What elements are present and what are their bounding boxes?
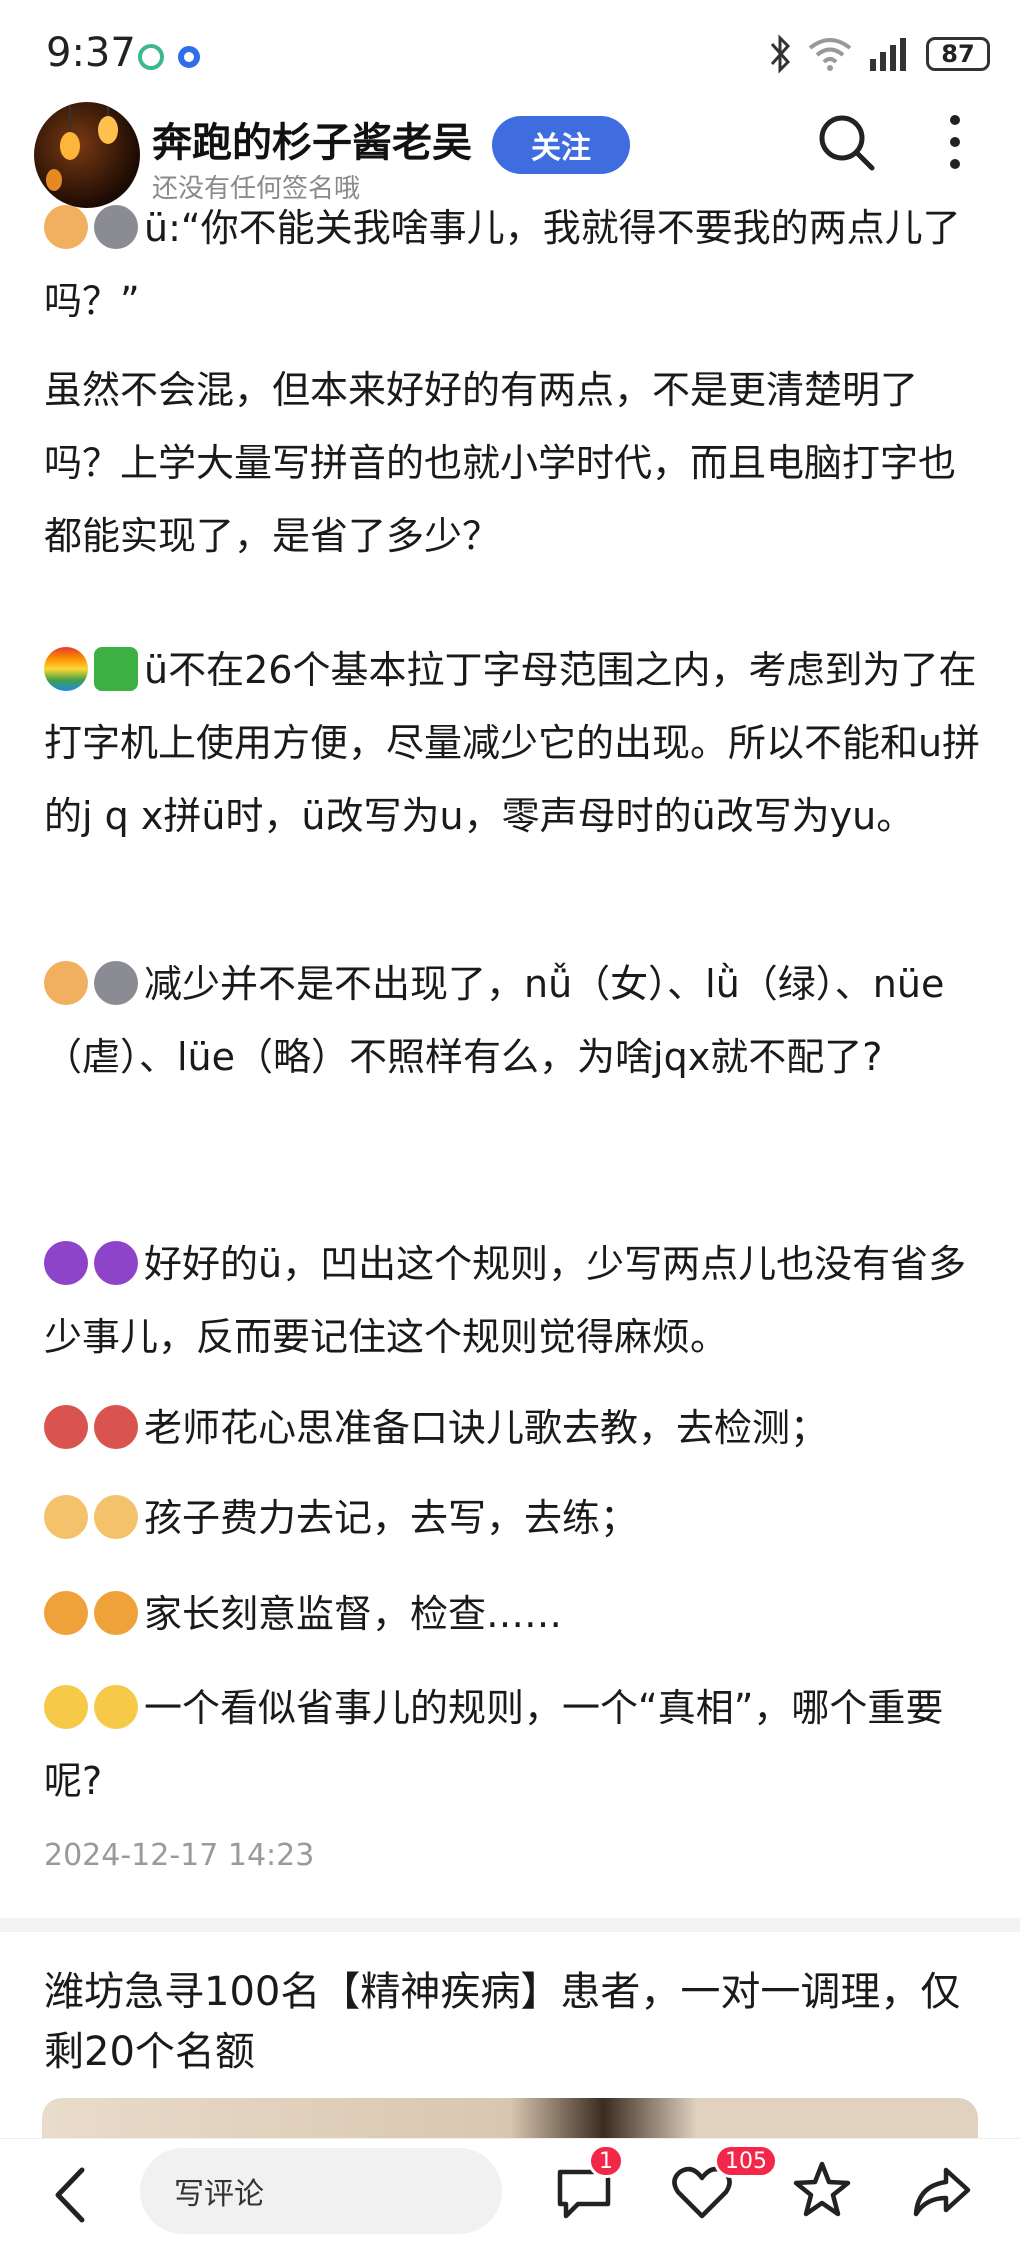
ad-title[interactable]: 潍坊急寻100名【精神疾病】患者，一对一调理，仅剩20个名额 — [44, 1962, 984, 2082]
article-paragraph: 虽然不会混，但本来好好的有两点，不是更清楚明了吗？上学大量写拼音的也就小学时代，… — [44, 354, 984, 573]
article-paragraph: 家长刻意监督，检查…… — [44, 1578, 984, 1651]
face-with-monocle-emoji — [44, 1685, 88, 1729]
person-pouting-emoji — [44, 1405, 88, 1449]
article-paragraph: ü不在26个基本拉丁字母范围之内，考虑到为了在打字机上使用方便，尽量减少它的出现… — [44, 634, 984, 853]
person-pouting-emoji — [94, 1405, 138, 1449]
search-icon[interactable] — [816, 112, 876, 172]
back-arrow-icon[interactable] — [46, 2162, 96, 2228]
new-moon-face-emoji — [94, 961, 138, 1005]
status-time: 9:37 — [46, 30, 136, 76]
person-tipping-hand-emoji — [44, 1591, 88, 1635]
comment-count-badge: 1 — [588, 2144, 624, 2178]
status-system-icons: 87 — [768, 34, 990, 74]
bluetooth-icon — [770, 34, 791, 74]
paragraph-text: ü不在26个基本拉丁字母范围之内，考虑到为了在打字机上使用方便，尽量减少它的出现… — [44, 648, 981, 838]
face-with-monocle-emoji — [94, 1685, 138, 1729]
person-gesturing-no-emoji — [44, 205, 88, 249]
person-tipping-hand-emoji — [94, 1591, 138, 1635]
battery-indicator: 87 — [926, 37, 990, 71]
article-paragraph: 减少并不是不出现了，nǚ（女）、lǜ（绿）、nüe（虐）、lüe（略）不照样有么… — [44, 948, 984, 1094]
author-name[interactable]: 奔跑的杉子酱老吴 — [152, 110, 472, 168]
article-paragraph: 好好的ü，凹出这个规则，少写两点儿也没有省多少事儿，反而要记住这个规则觉得麻烦。 — [44, 1228, 984, 1374]
comment-input[interactable]: 写评论 — [140, 2148, 502, 2234]
person-bowing-emoji — [94, 1495, 138, 1539]
section-divider — [0, 1918, 1020, 1932]
post-timestamp: 2024-12-17 14:23 — [44, 1838, 315, 1873]
app-notification-icon — [138, 44, 164, 70]
person-gesturing-no-emoji — [44, 961, 88, 1005]
app-notification-icon — [178, 46, 200, 68]
new-moon-face-emoji — [94, 205, 138, 249]
follow-button[interactable]: 关注 — [492, 116, 630, 174]
paragraph-text: 孩子费力去记，去写，去练； — [144, 1496, 639, 1540]
paragraph-text: 好好的ü，凹出这个规则，少写两点儿也没有省多少事儿，反而要记住这个规则觉得麻烦。 — [44, 1242, 967, 1359]
article-paragraph: 一个看似省事儿的规则，一个“真相”，哪个重要呢? — [44, 1672, 984, 1818]
like-count-badge: 105 — [714, 2144, 778, 2178]
more-options-icon[interactable] — [940, 112, 970, 172]
star-icon[interactable] — [790, 2158, 854, 2222]
angry-devil-emoji — [94, 1241, 138, 1285]
signal-icon — [870, 38, 906, 71]
article-paragraph: ü:“你不能关我啥事儿，我就得不要我的两点儿了吗？” — [44, 192, 984, 338]
share-icon[interactable] — [910, 2160, 974, 2224]
status-notification-icons — [138, 44, 200, 70]
ad-image[interactable] — [42, 2098, 978, 2138]
wifi-icon — [808, 38, 852, 71]
article-paragraph: 老师花心思准备口诀儿歌去教，去检测； — [44, 1392, 984, 1465]
paragraph-text: 老师花心思准备口诀儿歌去教，去检测； — [144, 1406, 829, 1450]
rainbow-emoji — [44, 647, 88, 691]
check-mark-button-emoji — [94, 647, 138, 691]
paragraph-text: 减少并不是不出现了，nǚ（女）、lǜ（绿）、nüe（虐）、lüe（略）不照样有么… — [44, 962, 945, 1079]
angry-devil-emoji — [44, 1241, 88, 1285]
article-paragraph: 孩子费力去记，去写，去练； — [44, 1482, 984, 1555]
paragraph-text: 虽然不会混，但本来好好的有两点，不是更清楚明了吗？上学大量写拼音的也就小学时代，… — [44, 368, 957, 558]
paragraph-text: ü:“你不能关我啥事儿，我就得不要我的两点儿了吗？” — [44, 206, 961, 323]
person-bowing-emoji — [44, 1495, 88, 1539]
paragraph-text: 一个看似省事儿的规则，一个“真相”，哪个重要呢? — [44, 1686, 944, 1803]
paragraph-text: 家长刻意监督，检查…… — [144, 1592, 563, 1636]
